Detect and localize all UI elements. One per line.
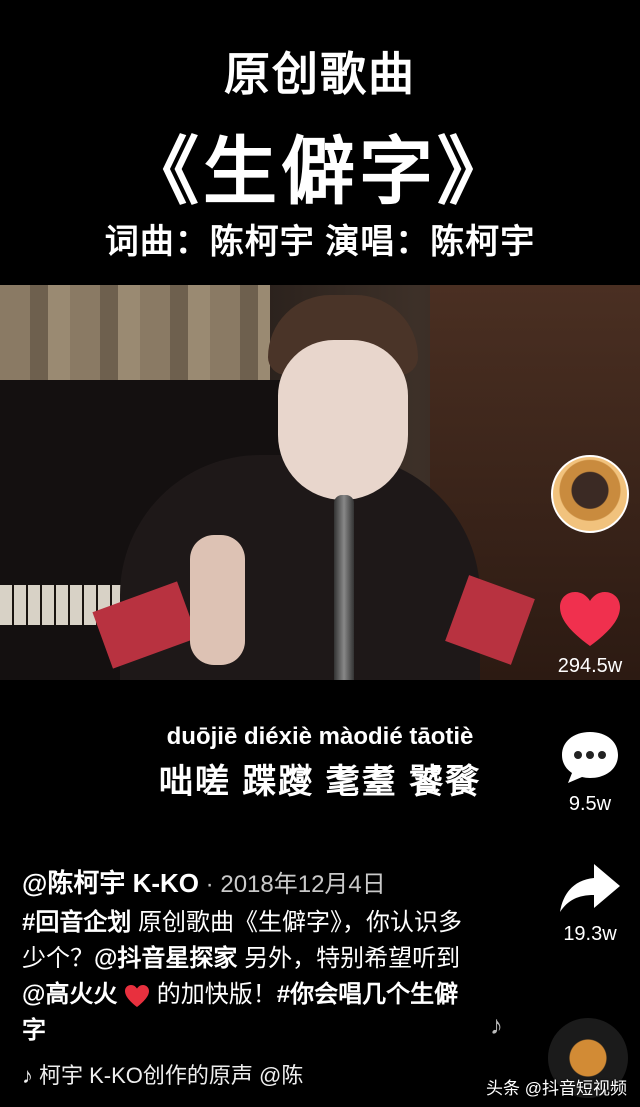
caption-text: 的加快版！ — [150, 981, 277, 1008]
share-icon — [560, 864, 620, 912]
comment-icon — [562, 732, 618, 783]
like-count: 294.5w — [557, 655, 623, 677]
music-ticker[interactable]: ♪ 柯宇 K-KO创作的原声 @陈 — [22, 1058, 303, 1090]
video-frame[interactable] — [0, 285, 640, 680]
heart-emoji-icon — [125, 984, 150, 1007]
share-count: 19.3w — [563, 923, 617, 945]
mention-link[interactable]: @高火火 — [22, 981, 117, 1008]
subtitle-characters: 咄嗟 蹀躞 耄耋 饕餮 — [158, 763, 482, 801]
comment-button[interactable]: 9.5w — [551, 728, 629, 816]
like-button[interactable]: 294.5w — [551, 590, 629, 678]
song-title: 《生僻字》 — [125, 130, 515, 213]
microphone — [334, 495, 354, 680]
post-date: · 2018年12月4日 — [199, 871, 386, 898]
watermark: 头条 @抖音短视频 — [486, 1079, 627, 1098]
share-button[interactable]: 19.3w — [551, 862, 629, 946]
comment-count: 9.5w — [568, 793, 612, 815]
singer-hand — [190, 535, 245, 665]
title-block: 原创歌曲 《生僻字》 词曲：陈柯宇 演唱：陈柯宇 — [0, 0, 640, 280]
author-line[interactable]: @陈柯宇 K-KO · 2018年12月4日 — [22, 863, 386, 900]
credits-line: 词曲：陈柯宇 演唱：陈柯宇 — [104, 223, 536, 261]
mention-link[interactable]: @抖音星探家 — [94, 945, 237, 972]
music-title: 柯宇 K-KO创作的原声 @陈 — [39, 1063, 304, 1088]
hashtag-link[interactable]: #回音企划 — [22, 909, 131, 936]
heart-icon — [560, 592, 620, 646]
post-caption: #回音企划 原创歌曲《生僻字》，你认识多少个？@抖音星探家 另外，特别希望听到@… — [22, 905, 482, 1049]
author-name[interactable]: @陈柯宇 K-KO — [22, 868, 199, 898]
music-note-icon: ♪ — [22, 1063, 33, 1088]
caption-text: 另外，特别希望听到 — [237, 945, 461, 972]
singer-face — [278, 340, 408, 500]
author-avatar[interactable] — [551, 455, 629, 533]
background-curtain — [0, 285, 270, 380]
title-line-1: 原创歌曲 — [224, 48, 416, 100]
floating-note-icon: ♪ — [490, 1010, 503, 1040]
subtitle-pinyin: duōjiē diéxiè màodié tāotiè — [166, 723, 474, 750]
